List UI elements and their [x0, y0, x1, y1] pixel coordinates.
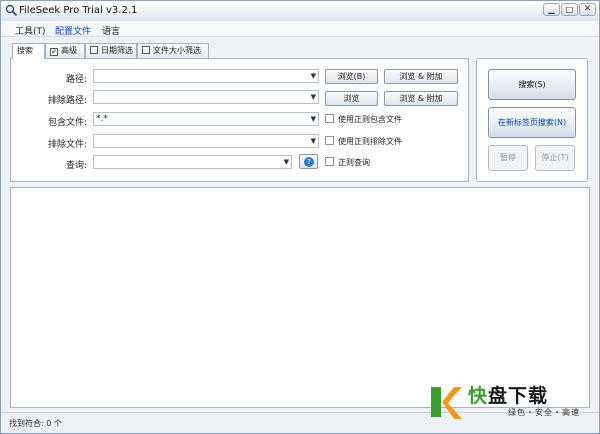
watermark-title: 快盘下载	[468, 381, 548, 408]
browse-exclude-button[interactable]: 浏览	[325, 91, 378, 106]
regex-exclude-label[interactable]: 使用正则排除文件	[338, 136, 402, 147]
exclude-path-label: 排除路径:	[47, 96, 87, 106]
pause-button[interactable]: 暂停	[488, 145, 528, 171]
watermark-logo: 快盘下载 绿色・安全・高速	[428, 381, 598, 425]
status-text: 找到符合: 0 个	[9, 419, 62, 428]
path-label: 路径:	[65, 75, 87, 85]
browse-exclude-append-button[interactable]: 浏览 & 附加	[384, 91, 458, 106]
tab-advanced-label: 高级	[61, 46, 77, 55]
chevron-down-icon[interactable]: ▼	[311, 113, 316, 125]
menu-language[interactable]: 语言	[102, 24, 120, 37]
exclude-files-input[interactable]: ▼	[93, 134, 319, 148]
regex-exclude-checkbox[interactable]	[325, 136, 334, 145]
regex-query-checkbox[interactable]	[325, 157, 334, 166]
include-files-input[interactable]: *.* ▼	[93, 112, 319, 126]
query-input[interactable]: ▼	[93, 155, 292, 169]
app-window: FileSeek Pro Trial v3.2.1 ▁ □ ✕ 工具(T) 配置…	[0, 0, 600, 434]
chevron-down-icon[interactable]: ▼	[311, 91, 316, 103]
tab-advanced[interactable]: ✔ 高级	[45, 43, 85, 58]
new-tab-search-button[interactable]: 在新标签页搜索(N)	[488, 107, 576, 138]
exclude-path-input[interactable]: ▼	[93, 90, 319, 104]
stop-button[interactable]: 停止(T)	[535, 145, 575, 171]
watermark-brand-rest: 盘下载	[488, 385, 549, 407]
regex-include-label[interactable]: 使用正则包含文件	[338, 114, 402, 125]
browse-button[interactable]: 浏览(B)	[325, 69, 378, 84]
help-button[interactable]: ?	[299, 154, 318, 169]
tab-size-checkbox[interactable]	[142, 46, 150, 54]
magnifier-icon	[5, 4, 18, 17]
query-label: 查询:	[65, 161, 87, 171]
tab-size-filter[interactable]: 文件大小筛选	[137, 43, 209, 58]
menu-bar: 工具(T) 配置文件 语言	[1, 21, 599, 37]
menu-profiles[interactable]: 配置文件	[55, 24, 91, 37]
search-button[interactable]: 搜索(S)	[488, 69, 576, 100]
path-input[interactable]: ▼	[93, 69, 319, 83]
tab-date-filter[interactable]: 日期筛选	[85, 43, 137, 58]
menu-tools[interactable]: 工具(T)	[15, 24, 46, 37]
tab-date-checkbox[interactable]	[90, 46, 98, 54]
include-files-value: *.*	[96, 114, 108, 124]
tab-search-label: 搜索	[17, 46, 33, 55]
regex-query-label[interactable]: 正则查询	[338, 157, 370, 168]
browse-append-button[interactable]: 浏览 & 附加	[384, 69, 458, 84]
chevron-down-icon[interactable]: ▼	[311, 135, 316, 147]
tab-date-label: 日期筛选	[101, 46, 133, 55]
tab-size-label: 文件大小筛选	[153, 46, 201, 55]
watermark-tagline: 绿色・安全・高速	[508, 408, 580, 417]
chevron-down-icon[interactable]: ▼	[284, 156, 289, 168]
title-bar: FileSeek Pro Trial v3.2.1 ▁ □ ✕	[1, 1, 599, 21]
chevron-down-icon[interactable]: ▼	[311, 70, 316, 82]
results-area[interactable]	[10, 187, 590, 408]
close-button[interactable]: ✕	[579, 3, 596, 16]
maximize-button[interactable]: □	[561, 3, 578, 16]
help-icon: ?	[304, 157, 314, 167]
logo-k-icon	[431, 387, 462, 419]
regex-include-checkbox[interactable]	[325, 114, 334, 123]
watermark-brand-char: 快	[468, 385, 489, 407]
green-check-icon: ✔	[50, 48, 58, 56]
include-files-label: 包含文件:	[47, 118, 87, 128]
minimize-button[interactable]: ▁	[543, 3, 560, 16]
exclude-files-label: 排除文件:	[47, 140, 87, 150]
tab-search[interactable]: 搜索	[12, 43, 45, 59]
window-title: FileSeek Pro Trial v3.2.1	[19, 5, 138, 16]
